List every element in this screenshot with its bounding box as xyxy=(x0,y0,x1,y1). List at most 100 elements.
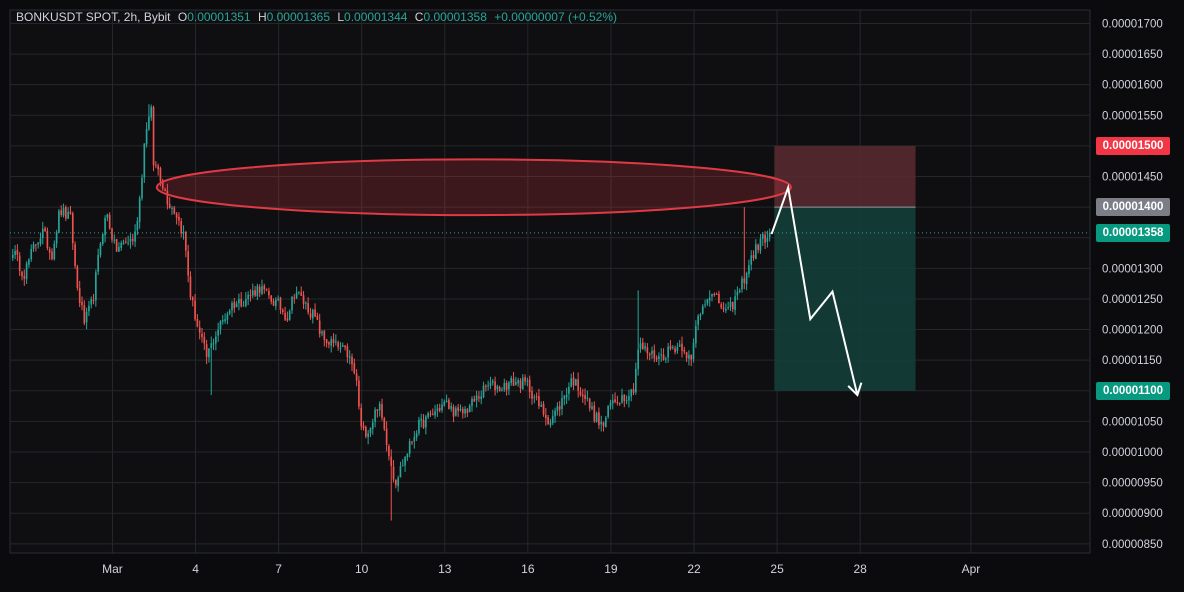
candle-body xyxy=(323,330,326,340)
y-tick-label: 0.00001600 xyxy=(1102,80,1163,92)
close-value: 0.00001358 xyxy=(423,10,487,24)
x-tick-label: 28 xyxy=(853,562,867,576)
y-tick-label: 0.00000850 xyxy=(1102,539,1163,551)
candle-body xyxy=(256,285,259,297)
candle-body xyxy=(58,210,60,233)
candle-body xyxy=(542,403,545,415)
candle-body xyxy=(185,232,187,251)
candle-body xyxy=(32,244,35,249)
stop-loss-zone xyxy=(774,145,916,208)
candle-body xyxy=(263,285,266,290)
candle-body xyxy=(491,380,494,383)
candle-body xyxy=(136,220,139,231)
candle-body xyxy=(722,307,725,310)
candle-body xyxy=(471,398,473,406)
candle-body xyxy=(316,315,319,320)
candle-body xyxy=(261,286,263,294)
candle-body xyxy=(588,398,591,409)
candle-body xyxy=(215,336,217,344)
candle-body xyxy=(295,292,298,299)
candle-body xyxy=(97,254,99,272)
candle-body xyxy=(545,414,547,419)
candle-body xyxy=(591,406,593,410)
candle-body xyxy=(614,399,616,402)
candle-body xyxy=(581,394,584,397)
candle-body xyxy=(362,425,365,428)
candle-body xyxy=(718,293,720,304)
candle-body xyxy=(681,343,683,351)
candle-body xyxy=(678,344,681,347)
candle-body xyxy=(498,387,501,392)
candle-body xyxy=(475,395,478,401)
candle-body xyxy=(422,419,425,428)
candle-body xyxy=(62,208,65,216)
candle-body xyxy=(482,385,485,398)
candle-body xyxy=(217,329,219,336)
candle-body xyxy=(420,418,423,421)
candle-body xyxy=(187,251,189,276)
candle-body xyxy=(83,305,86,324)
candle-body xyxy=(653,350,656,359)
candle-body xyxy=(270,295,273,302)
x-tick-label: 16 xyxy=(521,562,535,576)
candle-body xyxy=(618,403,621,405)
candle-body xyxy=(279,297,282,310)
candle-body xyxy=(99,243,102,256)
candle-body xyxy=(452,407,455,417)
candle-body xyxy=(395,479,397,486)
candle-body xyxy=(496,386,499,390)
candle-body xyxy=(205,344,208,357)
candle-body xyxy=(667,346,669,358)
candle-body xyxy=(441,404,443,411)
low-value: 0.00001344 xyxy=(344,10,408,24)
candle-body xyxy=(143,143,146,178)
candle-body xyxy=(572,377,575,386)
candle-body xyxy=(577,379,579,391)
price-chart[interactable]: 0.00001700 0.00001650 0.00001600 0.00001550… xyxy=(0,0,1184,592)
candle-body xyxy=(595,413,598,423)
candle-body xyxy=(401,465,404,467)
candle-body xyxy=(358,380,360,407)
candle-body xyxy=(443,401,446,406)
candle-body xyxy=(152,107,155,166)
candle-body xyxy=(159,168,162,182)
candle-body xyxy=(344,345,346,348)
candle-body xyxy=(524,377,526,382)
candle-body xyxy=(764,234,766,243)
candle-body xyxy=(674,348,676,353)
candle-body xyxy=(706,299,709,304)
candle-body xyxy=(563,396,566,399)
stop-price-tag: 0.00001500 xyxy=(1096,136,1170,155)
candle-body xyxy=(284,313,286,320)
candle-body xyxy=(731,301,734,310)
candle-body xyxy=(489,382,492,386)
candle-body xyxy=(641,342,644,349)
candle-body xyxy=(92,300,95,302)
candle-body xyxy=(445,400,448,402)
y-tick-label: 0.00001300 xyxy=(1102,263,1163,275)
candle-body xyxy=(655,357,658,360)
candle-body xyxy=(556,406,559,411)
candle-body xyxy=(736,291,739,296)
y-tick-label: 0.00001650 xyxy=(1102,49,1163,61)
open-key: O xyxy=(177,10,188,24)
candle-body xyxy=(30,248,33,260)
candle-body xyxy=(378,403,381,411)
candle-body xyxy=(503,382,506,390)
candle-body xyxy=(221,320,224,322)
candle-body xyxy=(191,297,194,301)
candle-body xyxy=(81,301,83,306)
candle-body xyxy=(415,433,418,438)
candle-body xyxy=(376,409,379,411)
candle-body xyxy=(609,403,612,407)
candle-body xyxy=(392,466,395,480)
candle-body xyxy=(115,239,118,252)
candle-body xyxy=(148,116,150,130)
candle-body xyxy=(438,407,441,411)
candle-body xyxy=(549,422,552,426)
y-tick-label: 0.00001450 xyxy=(1102,172,1163,184)
candle-body xyxy=(621,395,623,403)
candle-body xyxy=(625,400,628,402)
candle-body xyxy=(88,305,90,312)
candle-body xyxy=(233,302,236,309)
